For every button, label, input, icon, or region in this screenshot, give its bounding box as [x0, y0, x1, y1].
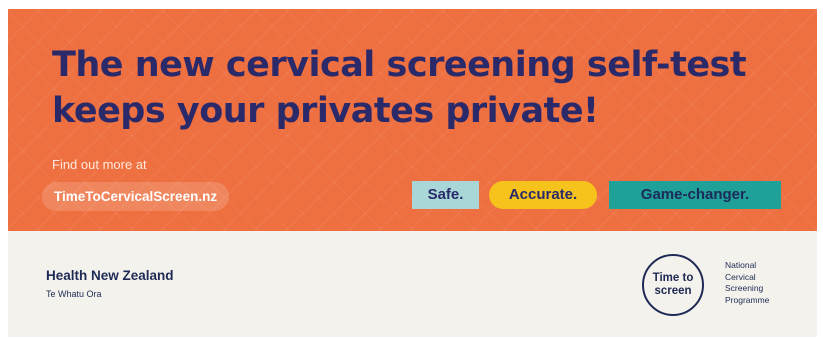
advertisement-banner: The new cervical screening self-test kee…: [8, 9, 817, 337]
programme-caption-line: Programme: [725, 294, 770, 305]
find-out-more-text: Find out more at: [52, 157, 147, 172]
tag-accurate: Accurate.: [489, 181, 597, 209]
time-to-screen-logo: Time to screen: [642, 254, 704, 316]
headline: The new cervical screening self-test kee…: [52, 45, 747, 131]
programme-caption-line: National: [725, 260, 757, 270]
org-subname: Te Whatu Ora: [46, 289, 102, 299]
footer: Health New Zealand Te Whatu Ora Time to …: [8, 231, 817, 337]
programme-caption-line: Screening: [725, 283, 764, 293]
logo-text-line1: Time to: [652, 272, 694, 284]
programme-caption-line: Cervical: [725, 271, 756, 282]
tag-safe: Safe.: [412, 181, 479, 209]
programme-caption: National Cervical Screening Programme: [725, 260, 769, 306]
org-name: Health New Zealand: [46, 268, 174, 283]
hero-panel: The new cervical screening self-test kee…: [8, 9, 817, 231]
website-link[interactable]: TimeToCervicalScreen.nz: [42, 182, 230, 211]
logo-text-line2: screen: [654, 285, 692, 297]
tag-game-changer: Game-changer.: [609, 181, 781, 209]
